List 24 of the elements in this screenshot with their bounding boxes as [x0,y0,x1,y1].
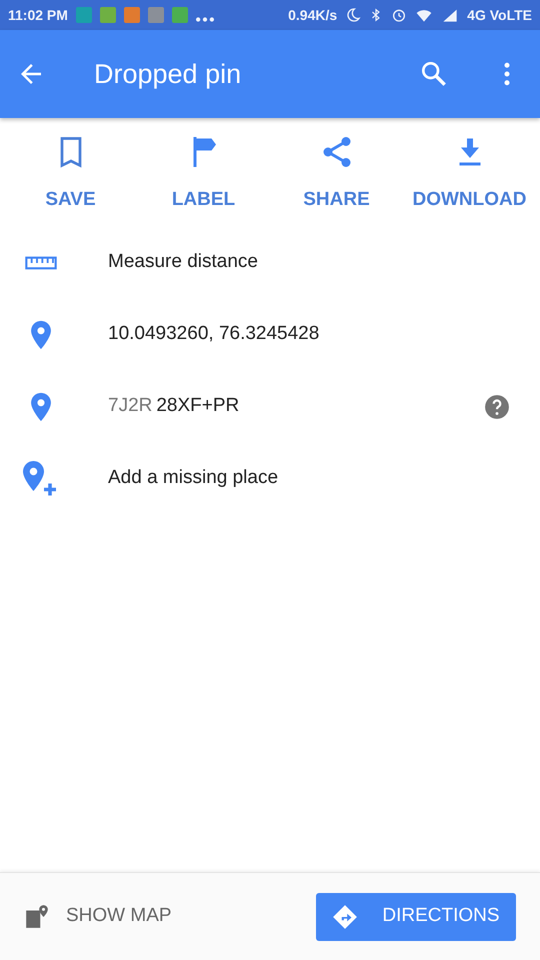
measure-distance-link[interactable]: Measure distance [108,248,258,277]
action-button[interactable]: DOWNLOAD [404,134,534,214]
directions-icon [332,904,358,930]
show-map-button[interactable]: SHOW MAP [24,902,172,931]
help-icon[interactable] [484,394,510,420]
action-button[interactable]: SHARE [272,134,402,214]
location-text: 10.0493260, 76.3245428 [108,322,320,346]
page-title: Dropped pin [94,58,242,91]
network-type: 4G VoLTE [467,6,532,24]
action-button[interactable]: LABEL [138,134,268,214]
plus-code-prefix: 7J2R [108,394,152,418]
network-speed: 0.94K/s [288,6,338,24]
status-time: 11:02 PM [8,6,68,24]
more-icon [196,17,214,22]
directions-button[interactable]: DIRECTIONS [316,892,516,940]
add-pin-icon [23,460,59,496]
moon-icon [345,7,362,23]
location-text: 28XF+PR [156,394,240,418]
wifi-icon [415,7,434,23]
alarm-icon [391,7,408,23]
map-icon [24,904,50,930]
signal-icon [441,7,460,23]
add-place-link[interactable]: Add a missing place [108,464,278,493]
action-button[interactable]: SAVE [6,134,136,214]
